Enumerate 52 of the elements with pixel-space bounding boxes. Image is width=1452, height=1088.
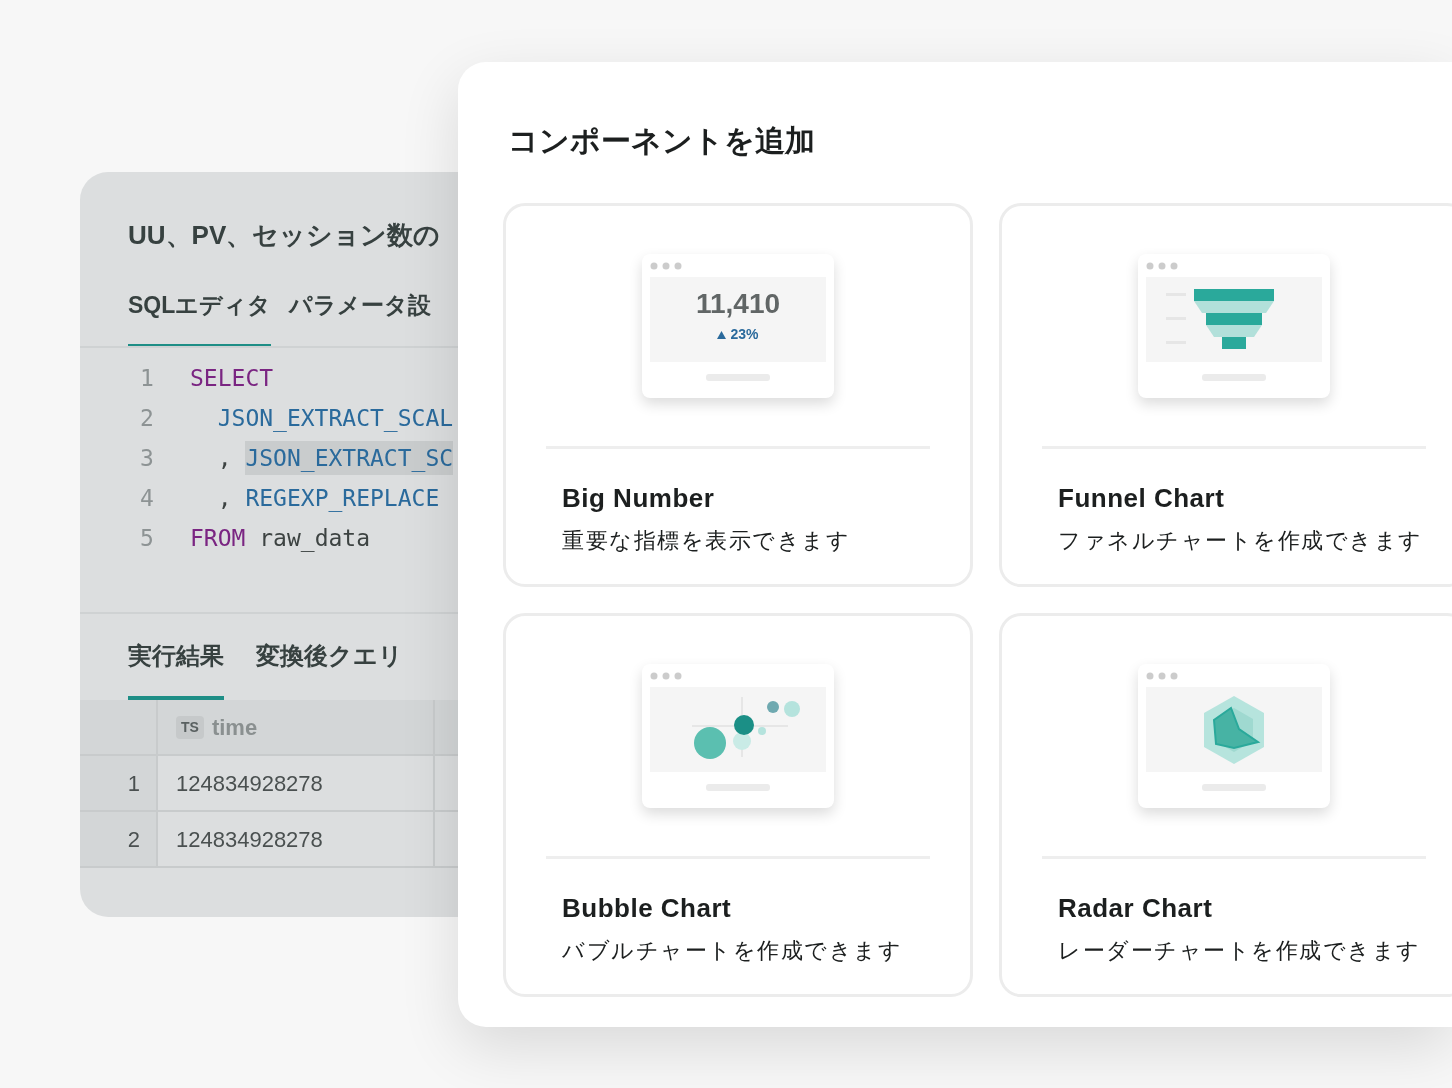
line-number: 4 [140, 483, 155, 513]
type-badge: TS [176, 715, 204, 739]
component-description: レーダーチャートを作成できます [1058, 937, 1422, 965]
result-tab[interactable]: 変換後クエリ [256, 638, 403, 700]
component-card[interactable]: Bubble Chart バブルチャートを作成できます [503, 613, 973, 997]
window-dots-icon [1146, 262, 1178, 270]
funnel-bar [1222, 337, 1246, 349]
table-cell-text: 124834928278 [176, 769, 323, 798]
component-name: Funnel Chart [1058, 482, 1226, 515]
component-description: バブルチャートを作成できます [562, 937, 903, 965]
window-dots-icon [650, 672, 682, 680]
component-name: Bubble Chart [562, 892, 733, 925]
line-number: 1 [140, 363, 155, 393]
code-token: SELECT [190, 363, 274, 393]
component-card[interactable]: 11,410 23% Big Number 重要な指標を表示できます [503, 203, 973, 587]
row-number: 1 [127, 769, 140, 798]
row-number: 2 [127, 825, 140, 854]
line-number: 3 [140, 443, 155, 473]
funnel-bar [1206, 313, 1262, 325]
dialog-title: コンポーネントを追加 [508, 123, 815, 159]
component-name: Radar Chart [1058, 892, 1214, 925]
bubble [734, 715, 754, 735]
bubble [784, 701, 800, 717]
code-token: raw_data [258, 523, 370, 554]
code-token: REGEXP_REPLACE [245, 483, 440, 514]
metric-value: 11,410 [695, 290, 781, 318]
bubble [733, 732, 751, 750]
component-card[interactable]: Funnel Chart ファネルチャートを作成できます [999, 203, 1452, 587]
editor-tab[interactable]: パラメータ設 [289, 284, 432, 348]
panel-title: UU、PV、セッション数の [128, 219, 441, 252]
column-header: time [211, 713, 258, 742]
code-token: JSON_EXTRACT_SC [245, 440, 454, 476]
funnel-connector [1206, 325, 1262, 337]
line-number: 5 [140, 523, 155, 553]
line-number: 2 [140, 403, 155, 433]
component-description: 重要な指標を表示できます [562, 527, 851, 555]
bubble [758, 727, 766, 735]
bubble [694, 727, 726, 759]
bubble [767, 701, 779, 713]
table-cell-text: 124834928278 [176, 825, 323, 854]
change-percent: 23% [730, 325, 759, 344]
up-triangle-icon [717, 330, 727, 339]
code-token: , [216, 443, 233, 473]
code-token: JSON_EXTRACT_SCAL [216, 403, 454, 434]
code-token: , [216, 483, 233, 513]
component-name: Big Number [562, 482, 716, 515]
window-dots-icon [1146, 672, 1178, 680]
code-token: FROM [190, 523, 246, 553]
component-description: ファネルチャートを作成できます [1058, 527, 1424, 555]
component-card[interactable]: Radar Chart レーダーチャートを作成できます [999, 613, 1452, 997]
window-dots-icon [650, 262, 682, 270]
radar-area [1212, 706, 1261, 750]
